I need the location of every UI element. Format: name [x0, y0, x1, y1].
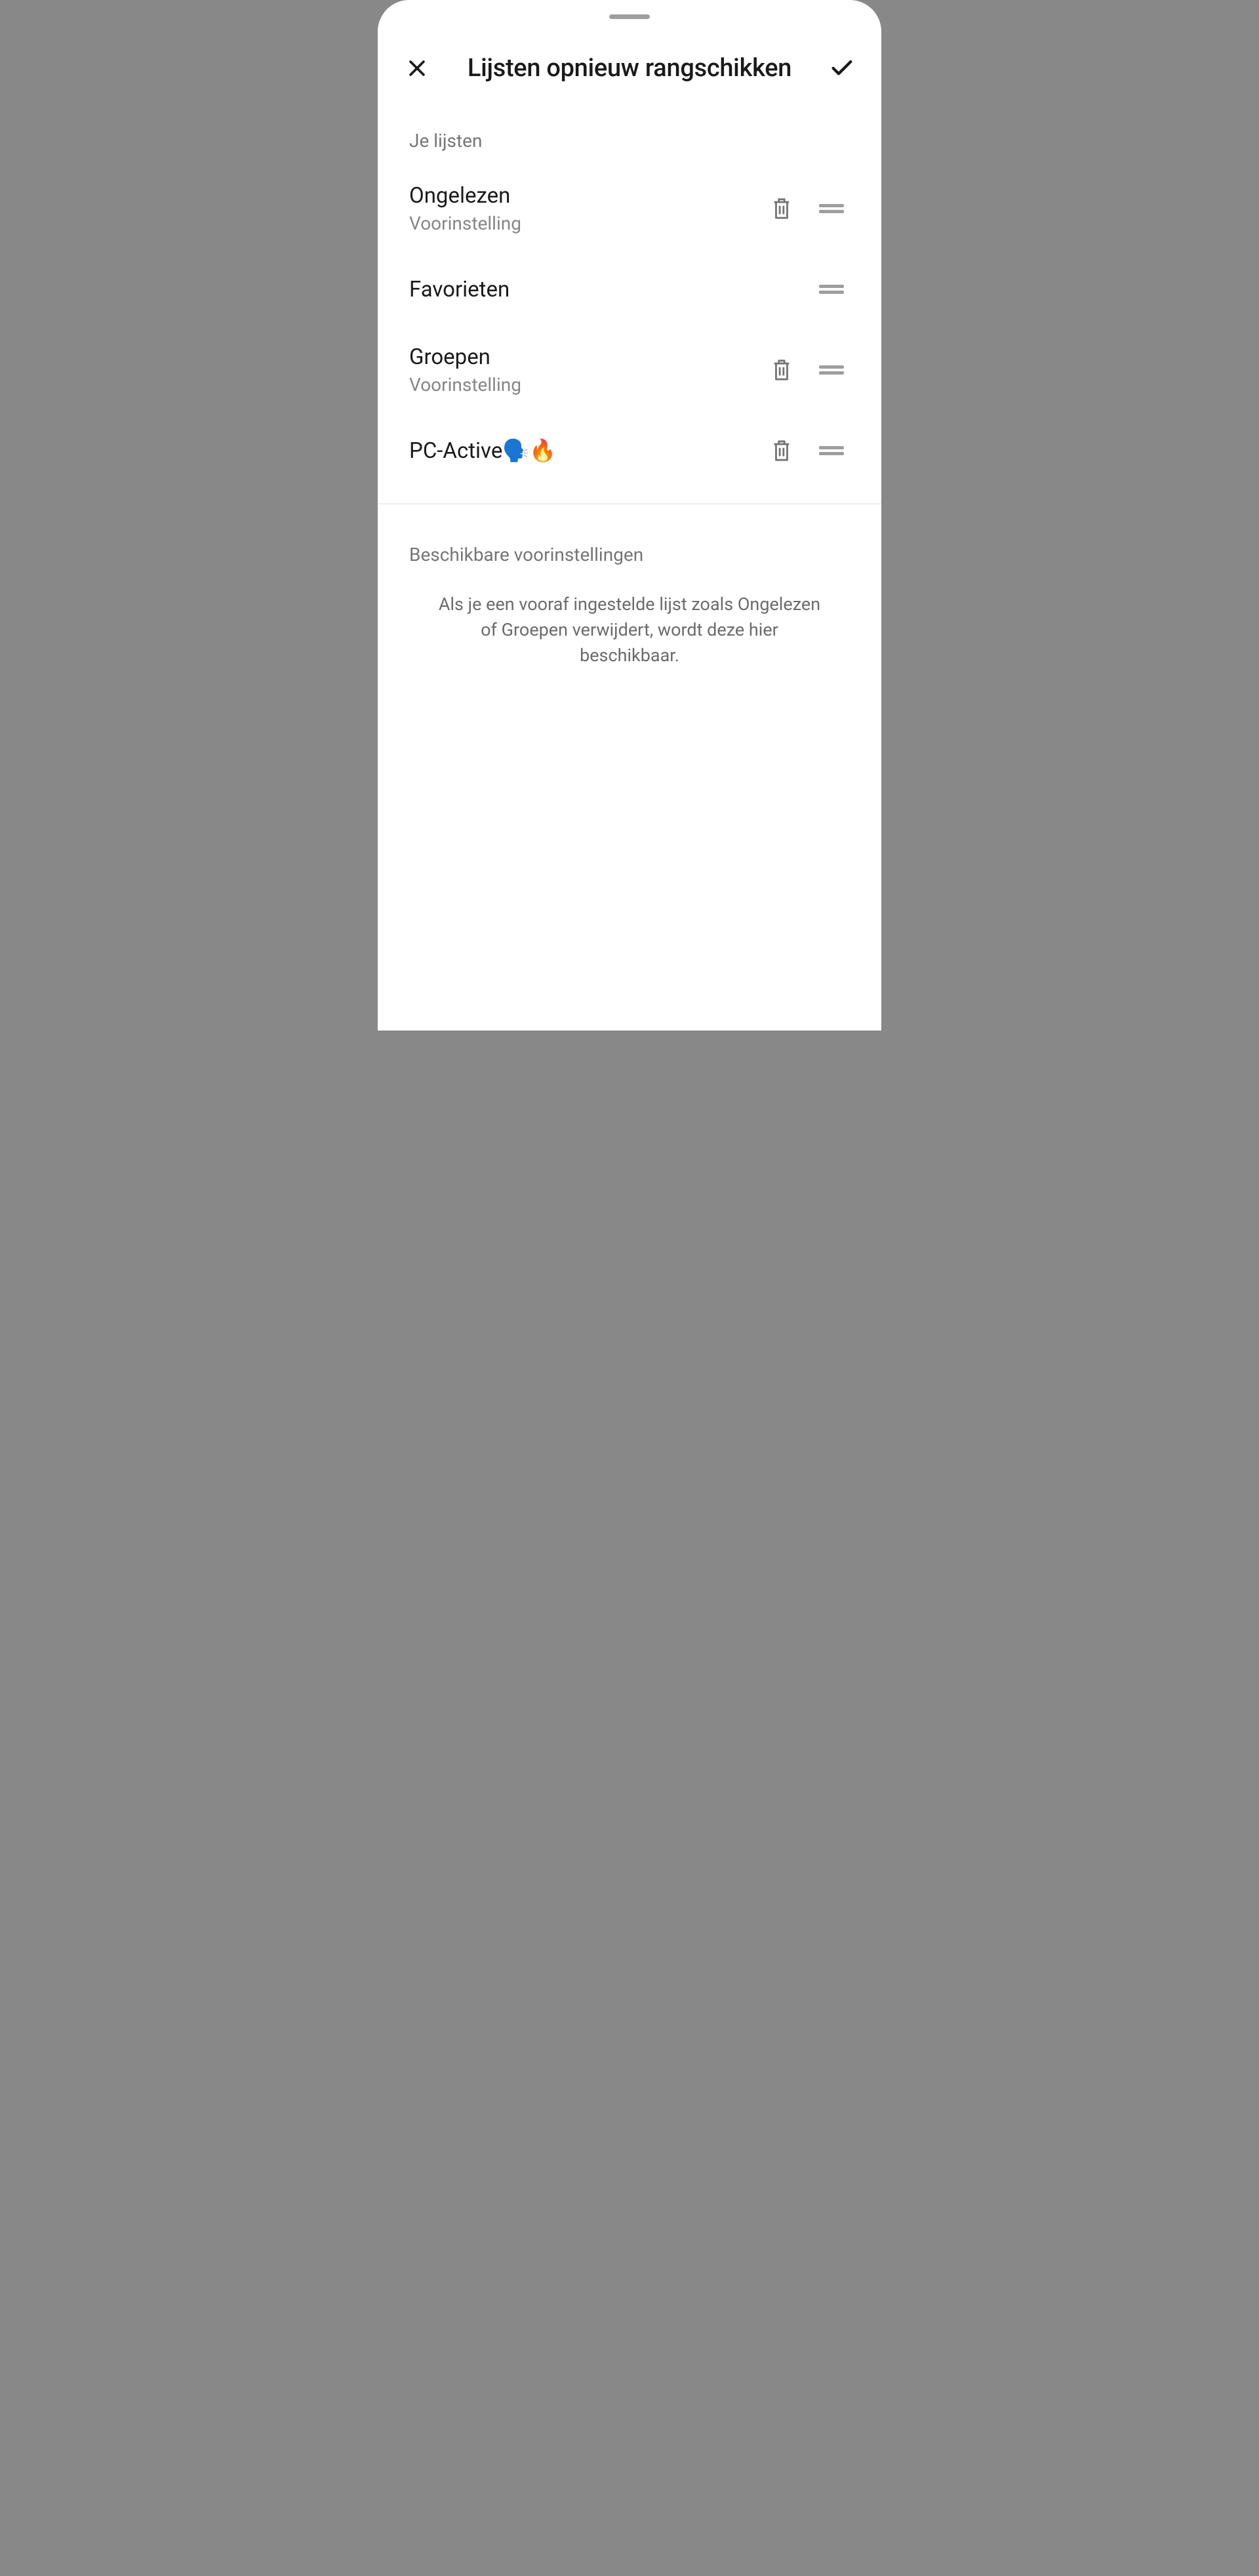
drag-icon — [819, 363, 844, 377]
trash-icon — [770, 358, 793, 382]
list-item-subtitle: Voorinstelling — [409, 374, 750, 396]
drag-handle[interactable] — [813, 352, 850, 388]
delete-button[interactable] — [763, 190, 800, 227]
list-item-name: Ongelezen — [409, 183, 750, 209]
trash-icon — [770, 196, 793, 221]
drag-handle[interactable] — [813, 190, 850, 227]
list-item: Favorieten — [378, 253, 881, 326]
list-item: Ongelezen Voorinstelling — [378, 165, 881, 253]
page-title: Lijsten opnieuw rangschikken — [446, 54, 813, 83]
presets-header: Beschikbare voorinstellingen — [378, 511, 881, 579]
delete-button[interactable] — [763, 352, 800, 388]
drag-handle[interactable] — [813, 432, 850, 469]
drag-icon — [819, 283, 844, 296]
list-item-text: Favorieten — [409, 277, 800, 302]
list-item-subtitle: Voorinstelling — [409, 213, 750, 234]
confirm-button[interactable] — [826, 52, 858, 84]
list-item-name: PC-Active🗣️🔥 — [409, 438, 750, 464]
close-button[interactable] — [401, 52, 433, 84]
trash-icon — [770, 438, 793, 463]
your-lists-section: Je lijsten Ongelezen Voorinstelling — [378, 97, 881, 487]
sheet-drag-indicator[interactable] — [609, 14, 650, 19]
drag-icon — [819, 202, 844, 215]
list-item-text: Groepen Voorinstelling — [409, 344, 750, 396]
presets-section: Beschikbare voorinstellingen Als je een … — [378, 504, 881, 682]
check-icon — [829, 55, 855, 81]
sheet-container: Lijsten opnieuw rangschikken Je lijsten … — [378, 0, 881, 1031]
delete-button[interactable] — [763, 432, 800, 469]
list-item: PC-Active🗣️🔥 — [378, 414, 881, 487]
presets-hint: Als je een vooraf ingestelde lijst zoals… — [378, 579, 881, 682]
list-item-text: Ongelezen Voorinstelling — [409, 183, 750, 234]
list-item-name: Favorieten — [409, 277, 800, 302]
list-item: Groepen Voorinstelling — [378, 326, 881, 414]
list-item-text: PC-Active🗣️🔥 — [409, 438, 750, 464]
drag-handle[interactable] — [813, 271, 850, 308]
drag-icon — [819, 444, 844, 457]
list-item-name: Groepen — [409, 344, 750, 370]
your-lists-header: Je lijsten — [378, 97, 881, 165]
close-icon — [406, 57, 428, 79]
